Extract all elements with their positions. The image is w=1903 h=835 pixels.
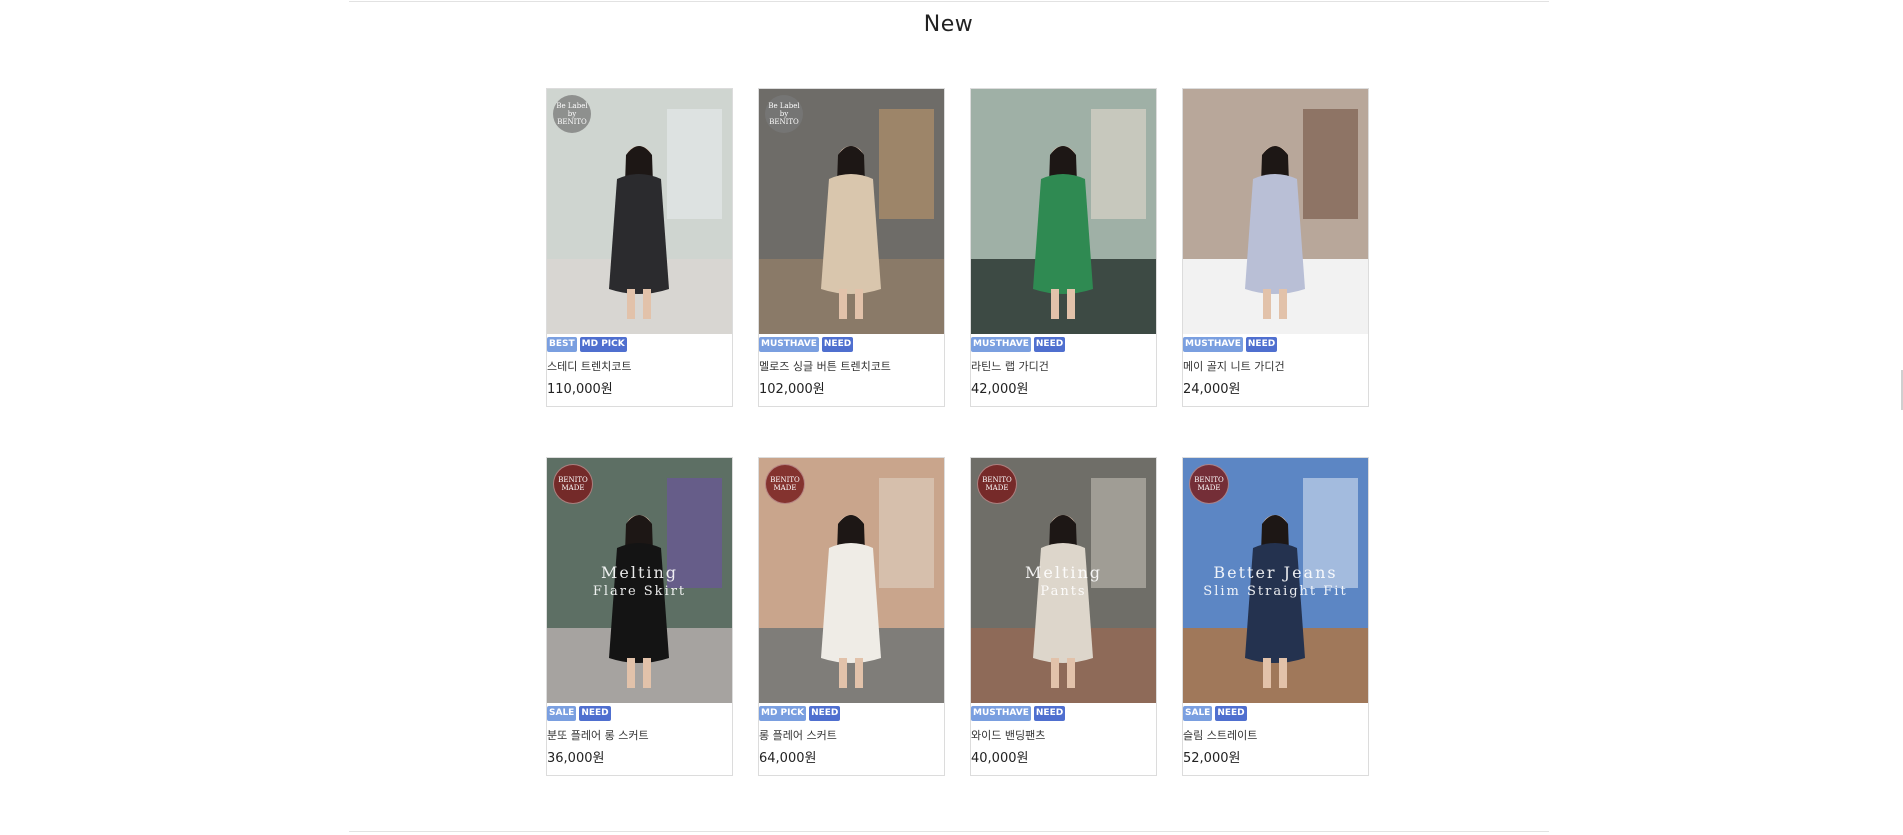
product-image[interactable]: Be Label by BENITO [759, 89, 944, 334]
badge-need: NEED [1245, 337, 1278, 352]
product-card[interactable]: BENITO MADE MD PICK NEED 롱 플레어 스커트 64,000원 [758, 457, 945, 776]
brand-logo-badge: BENITO MADE [1189, 464, 1229, 504]
badge-need: NEED [1215, 706, 1247, 721]
badge-md-pick: MD PICK [759, 706, 807, 721]
top-divider [349, 1, 1549, 2]
product-image[interactable] [971, 89, 1156, 334]
badge-need: NEED [1033, 706, 1066, 721]
product-image[interactable]: BENITO MADE Better Jeans Slim Straight Fit [1183, 458, 1368, 703]
product-name[interactable]: 메이 골지 니트 가디건 [1183, 353, 1368, 374]
badge-need: NEED [821, 337, 854, 352]
badge-best: BEST [547, 337, 577, 352]
product-price: 102,000원 [759, 382, 825, 397]
badge-musthave: MUSTHAVE [971, 337, 1031, 352]
image-overlay-title: Better Jeans [1213, 563, 1338, 582]
product-card[interactable]: Be Label by BENITO BEST MD PICK 스테디 트렌치코트 11… [546, 88, 733, 407]
product-image[interactable]: BENITO MADE Melting Pants [971, 458, 1156, 703]
product-price: 40,000원 [971, 751, 1029, 766]
badge-need: NEED [1033, 337, 1066, 352]
product-badges: MUSTHAVE NEED [971, 334, 1156, 353]
product-price: 36,000원 [547, 751, 605, 766]
product-badges: MUSTHAVE NEED [759, 334, 944, 353]
badge-sale: SALE [547, 706, 577, 721]
image-overlay-subtitle: Pants [1040, 584, 1087, 599]
badge-md-pick: MD PICK [579, 337, 627, 352]
product-image[interactable] [1183, 89, 1368, 334]
product-card[interactable]: Be Label by BENITO MUSTHAVE NEED 멜로즈 싱글 버튼 … [758, 88, 945, 407]
product-badges: MUSTHAVE NEED [971, 703, 1156, 722]
product-name[interactable]: 롱 플레어 스커트 [759, 722, 944, 743]
product-price: 64,000원 [759, 751, 817, 766]
section-title: New [923, 12, 974, 37]
product-image[interactable]: BENITO MADE [759, 458, 944, 703]
product-badges: SALE NEED [547, 703, 732, 722]
product-image[interactable]: BENITO MADE Melting Flare Skirt [547, 458, 732, 703]
brand-logo-badge: BENITO MADE [553, 464, 593, 504]
product-price: 24,000원 [1183, 382, 1241, 397]
badge-musthave: MUSTHAVE [1183, 337, 1243, 352]
product-badges: MD PICK NEED [759, 703, 944, 722]
brand-logo-badge: BENITO MADE [765, 464, 805, 504]
product-price: 52,000원 [1183, 751, 1241, 766]
product-name[interactable]: 분또 플레어 롱 스커트 [547, 722, 732, 743]
badge-musthave: MUSTHAVE [971, 706, 1031, 721]
product-name[interactable]: 슬림 스트레이트 [1183, 722, 1368, 743]
badge-need: NEED [809, 706, 841, 721]
brand-logo-badge: BENITO MADE [977, 464, 1017, 504]
badge-musthave: MUSTHAVE [759, 337, 819, 352]
page: New Be Label by BENITO BEST MD PICK 스테디 트렌치… [0, 0, 1903, 835]
image-overlay-title: Melting [1024, 563, 1103, 582]
product-image[interactable]: Be Label by BENITO [547, 89, 732, 334]
badge-need: NEED [579, 706, 611, 721]
product-badges: MUSTHAVE NEED [1183, 334, 1368, 353]
product-grid: Be Label by BENITO BEST MD PICK 스테디 트렌치코트 11… [546, 88, 1370, 776]
brand-logo-badge: Be Label by BENITO [765, 95, 803, 133]
product-card[interactable]: MUSTHAVE NEED 라틴느 랩 가디건 42,000원 [970, 88, 1157, 407]
image-overlay-subtitle: Flare Skirt [592, 584, 687, 599]
bottom-divider [349, 831, 1549, 832]
product-card[interactable]: MUSTHAVE NEED 메이 골지 니트 가디건 24,000원 [1182, 88, 1369, 407]
product-name[interactable]: 라틴느 랩 가디건 [971, 353, 1156, 374]
product-badges: SALE NEED [1183, 703, 1368, 722]
product-name[interactable]: 와이드 밴딩팬츠 [971, 722, 1156, 743]
product-card[interactable]: BENITO MADE Melting Flare Skirt SALE NEED 분또 … [546, 457, 733, 776]
product-price: 42,000원 [971, 382, 1029, 397]
product-badges: BEST MD PICK [547, 334, 732, 353]
product-name[interactable]: 멜로즈 싱글 버튼 트렌치코트 [759, 353, 944, 374]
product-name[interactable]: 스테디 트렌치코트 [547, 353, 732, 374]
badge-sale: SALE [1183, 706, 1213, 721]
product-card[interactable]: BENITO MADE Melting Pants MUSTHAVE NEED 와이드 밴… [970, 457, 1157, 776]
image-overlay-title: Melting [600, 563, 679, 582]
image-overlay-subtitle: Slim Straight Fit [1203, 584, 1348, 599]
product-price: 110,000원 [547, 382, 613, 397]
brand-logo-badge: Be Label by BENITO [553, 95, 591, 133]
product-card[interactable]: BENITO MADE Better Jeans Slim Straight Fit… [1182, 457, 1369, 776]
